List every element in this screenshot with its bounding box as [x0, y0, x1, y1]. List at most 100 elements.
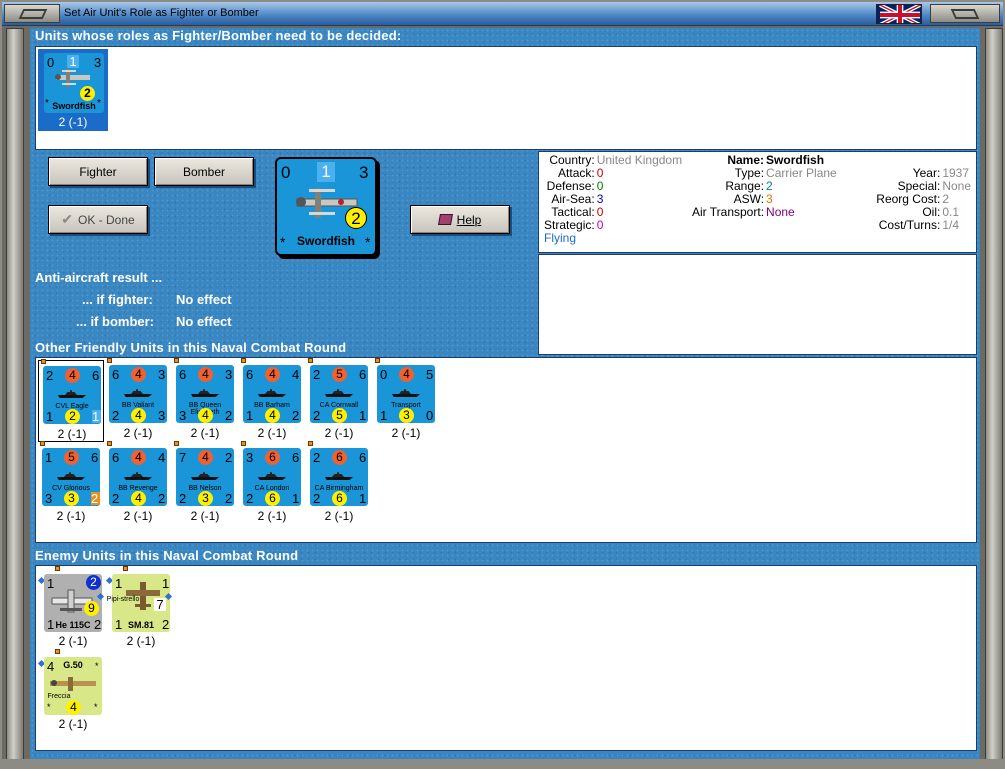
enemy-counter[interactable]: 4 * G.50 Freccia 4 * * — [44, 657, 102, 715]
friendly-counter[interactable]: 6 4 3 BB Valiant 2 4 3 — [109, 365, 167, 423]
counter-br: 2 — [292, 408, 300, 423]
friendly-counter[interactable]: 6 4 4 BB Revenge 2 4 2 — [109, 448, 167, 506]
counter-tl: 7 — [179, 450, 187, 465]
selected-unit-slot[interactable]: 0 1 3 2 * * Swordfish 2 (-1) — [38, 49, 108, 131]
red-circle: 6 — [265, 450, 280, 465]
friendly-unit-slot[interactable]: 643BB Queen Elisabeth342 2 (-1) — [172, 358, 238, 442]
counter-bl: 2 — [112, 408, 120, 423]
counter-bl: 2 — [179, 491, 187, 506]
unit-caption: 2 (-1) — [190, 426, 220, 440]
large-counter-circle: 2 — [345, 207, 367, 229]
friendly-unit-slot[interactable]: 6 4 3 BB Valiant 2 4 3 2 (-1) — [105, 358, 171, 442]
friendly-counter[interactable]: 0 4 5 Transport 1 3 0 — [377, 365, 435, 423]
orange-marker — [123, 566, 128, 571]
friendly-unit-slot[interactable]: 2 6 6 CA Birmingham 2 6 1 2 (-1) — [306, 441, 372, 525]
yellow-circle: 4 — [131, 491, 146, 506]
enemy-counter[interactable]: 1 2 9 He 115C 1 2 — [44, 574, 102, 632]
friendly-unit-slot[interactable]: 1 5 6 CV Glorious 3 3 2 2 (-1) — [38, 441, 104, 525]
counter-tr: 5 — [426, 367, 434, 382]
window-control-left[interactable] — [4, 4, 60, 23]
counter-br: 0 — [426, 408, 434, 423]
undecided-units-panel: 0 1 3 2 * * Swordfish 2 (-1) — [35, 46, 977, 150]
enemy-unit-slot[interactable]: 4 * G.50 Freccia 4 * * 2 (-1) — [37, 649, 104, 733]
enemy-unit-slot[interactable]: 1 1 Pipi-strello 7 SM.81 1 2 2 (-1) — [105, 566, 173, 650]
friendly-unit-slot[interactable]: 6 4 4 BB Revenge 2 4 2 2 (-1) — [105, 441, 171, 525]
counter-mid: 7 — [154, 598, 166, 611]
friendly-unit-slot[interactable]: 7 4 2 BB Nelson 2 3 2 2 (-1) — [172, 441, 238, 525]
counter-bl: 3 — [179, 408, 187, 423]
ship-icon — [258, 389, 286, 397]
counter-bl: * — [47, 702, 51, 712]
friendly-unit-slot[interactable]: 0 4 5 Transport 1 3 0 2 (-1) — [373, 358, 439, 442]
swordfish-counter-small[interactable]: 0 1 3 2 * * Swordfish — [44, 53, 104, 113]
help-button[interactable]: Help — [410, 205, 510, 234]
ok-done-button[interactable]: ✔ OK - Done — [48, 205, 148, 234]
friendly-counter[interactable]: 2 6 6 CA Birmingham 2 6 1 — [310, 448, 368, 506]
aa-bomber-label: ... if bomber: — [76, 314, 154, 329]
yellow-circle: 3 — [198, 491, 213, 506]
yellow-circle: 4 — [131, 408, 146, 423]
friendly-unit-slot[interactable]: 2 4 6 CVL Eagle 1 2 1 2 (-1) — [38, 359, 104, 442]
enemy-unit-slot[interactable]: 1 2 9 He 115C 1 2 2 (-1) — [37, 566, 105, 650]
friendly-counter[interactable]: 2 4 6 CVL Eagle 1 2 1 — [43, 366, 101, 424]
bomber-button[interactable]: Bomber — [154, 157, 254, 186]
counter-tl: 6 — [112, 367, 120, 382]
enemy-header: Enemy Units in this Naval Combat Round — [35, 548, 299, 563]
info-range: 2 — [766, 179, 773, 193]
window-control-right[interactable] — [930, 4, 1000, 23]
ship-icon — [124, 472, 152, 480]
friendly-unit-slot[interactable]: 6 4 4 BB Barham 1 4 2 2 (-1) — [239, 358, 305, 442]
friendly-counter[interactable]: 643BB Queen Elisabeth342 — [176, 365, 234, 423]
red-circle: 4 — [131, 450, 146, 465]
info-strategic: 0 — [596, 218, 604, 232]
fighter-icon — [50, 677, 96, 691]
plane-sub: Freccia — [47, 693, 71, 700]
friendly-counter[interactable]: 3 6 6 CA London 2 6 1 — [243, 448, 301, 506]
friendly-counter[interactable]: 2 5 6 CA Cornwall 2 5 1 — [310, 365, 368, 423]
ship-icon — [325, 472, 353, 480]
fighter-button[interactable]: Fighter — [48, 157, 148, 186]
enemy-counter[interactable]: 1 1 Pipi-strello 7 SM.81 1 2 — [107, 574, 170, 632]
window-frame-bottom — [2, 759, 1003, 767]
counter-br: 3 — [158, 408, 166, 423]
orange-marker — [174, 358, 179, 363]
counter-bl: 1 — [246, 408, 254, 423]
ok-done-label: OK - Done — [78, 212, 135, 227]
counter-bl: 1 — [380, 408, 388, 423]
ship-icon — [57, 472, 85, 480]
red-circle: 5 — [64, 450, 79, 465]
info-label: Cost/Turns: — [878, 218, 941, 232]
red-circle: 4 — [131, 367, 146, 382]
friendly-unit-slot[interactable]: 3 6 6 CA London 2 6 1 2 (-1) — [239, 441, 305, 525]
uk-flag-icon — [876, 4, 922, 24]
friendly-counter[interactable]: 7 4 2 BB Nelson 2 3 2 — [176, 448, 234, 506]
yellow-circle: 4 — [66, 700, 81, 715]
counter-bl: 2 — [112, 491, 120, 506]
friendly-counter[interactable]: 1 5 6 CV Glorious 3 3 2 — [42, 448, 100, 506]
undecided-header: Units whose roles as Fighter/Bomber need… — [35, 28, 402, 43]
friendly-counter[interactable]: 6 4 4 BB Barham 1 4 2 — [243, 365, 301, 423]
yellow-circle: 6 — [332, 491, 347, 506]
checkmark-icon: ✔ — [61, 211, 74, 227]
friendly-unit-slot[interactable]: 2 5 6 CA Cornwall 2 5 1 2 (-1) — [306, 358, 372, 442]
unit-info-panel: Country: United Kingdom Attack: 0 Defense:… — [538, 151, 977, 253]
info-flying: Flying — [544, 231, 577, 245]
counter-bl: 1 — [46, 409, 54, 424]
orange-marker — [375, 358, 380, 363]
counter-tl: 2 — [313, 367, 321, 382]
counter-value-circle: 2 — [80, 86, 95, 101]
large-counter-name: Swordfish — [296, 234, 355, 248]
orange-marker — [241, 358, 246, 363]
orange-marker — [107, 358, 112, 363]
red-circle: 4 — [65, 368, 80, 383]
unit-caption: 2 (-1) — [57, 427, 87, 441]
ship-icon — [392, 389, 420, 397]
swordfish-counter-large: 0 1 3 2 * * Swordfish — [275, 157, 377, 256]
info-right-table: Year: 1937 Special: None Reorg Cost: 2 Oil:… — [875, 167, 972, 232]
unit-caption: 2 (-1) — [257, 426, 287, 440]
book-icon — [437, 214, 453, 225]
counter-br: 2 — [225, 408, 233, 423]
main-panel: Units whose roles as Fighter/Bomber need… — [30, 28, 980, 759]
counter-br: 2 — [225, 491, 233, 506]
counter-tl: 6 — [112, 450, 120, 465]
